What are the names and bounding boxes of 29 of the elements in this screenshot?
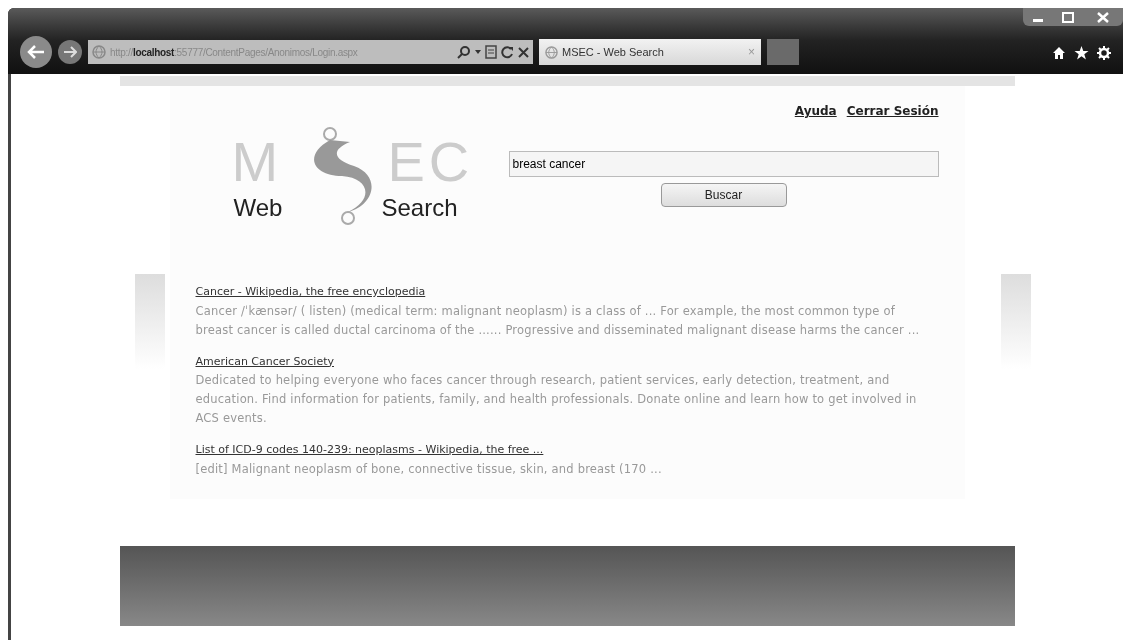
star-icon[interactable] xyxy=(1074,46,1089,60)
logo-text: Web xyxy=(233,196,283,220)
settings-icon[interactable] xyxy=(1097,46,1111,60)
tab-title: MSEC - Web Search xyxy=(562,44,665,60)
home-icon[interactable] xyxy=(1052,46,1066,60)
caret-icon[interactable] xyxy=(475,50,481,54)
stop-icon[interactable] xyxy=(518,46,529,58)
result-snippet: Cancer /ˈkænsər/ ( listen) (medical term: malignant neoplasm) is a class of ... For example, the most common type of breast cancer is called ductal carcinoma of the ...... Progressive and disseminated malignant disease harms the cancer ... xyxy=(195,302,921,339)
header-link[interactable]: Ayuda xyxy=(794,102,837,120)
maximize-icon[interactable] xyxy=(1059,9,1077,25)
globe-icon xyxy=(545,45,558,59)
forward-arrow-icon xyxy=(63,46,77,58)
browser-tab[interactable]: MSEC - Web Search × xyxy=(539,39,761,65)
result-snippet: [edit] Malignant neoplasm of bone, connective tissue, skin, and breast (170 ... xyxy=(195,460,663,478)
search-button[interactable]: Buscar xyxy=(660,183,787,207)
result-snippet: Dedicated to helping everyone who faces cancer through research, patient services, early detection, treatment, and education. Find information for patients, family, and health professionals. Donate online and learn how to get involved in ACS events. xyxy=(195,372,918,427)
globe-icon xyxy=(92,45,106,59)
back-arrow-icon xyxy=(27,45,45,59)
logo-text: Search xyxy=(381,196,458,220)
forward-button[interactable] xyxy=(58,40,82,64)
compatibility-icon[interactable] xyxy=(485,45,497,59)
refresh-icon[interactable] xyxy=(501,45,514,59)
search-icon[interactable] xyxy=(457,45,471,59)
search-field[interactable]: breast cancer xyxy=(508,151,939,177)
result-title-link[interactable]: American Cancer Society xyxy=(195,353,334,370)
header-link[interactable]: Cerrar Sesión xyxy=(846,102,939,120)
result-title-link[interactable]: List of ICD-9 codes 140-239: neoplasms - Wikipedia, the free ... xyxy=(195,442,544,459)
back-button[interactable] xyxy=(20,36,52,68)
result-title-link[interactable]: Cancer - Wikipedia, the free encyclopedia xyxy=(195,284,426,301)
